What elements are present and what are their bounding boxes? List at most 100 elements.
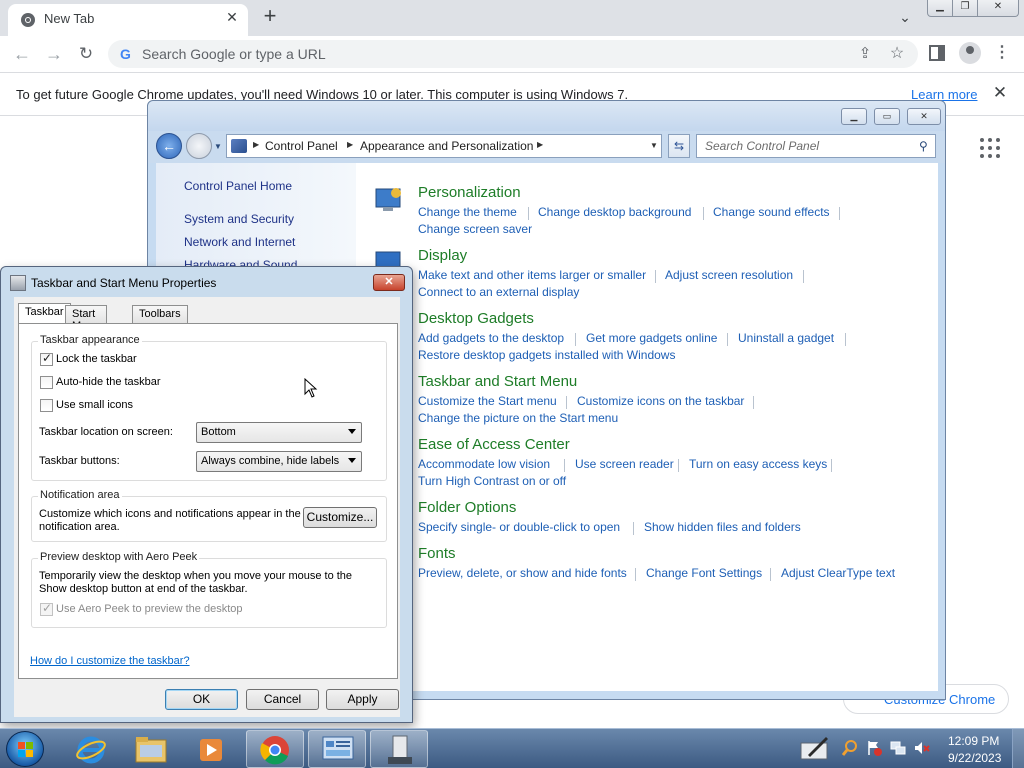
volume-muted-icon[interactable] — [914, 740, 930, 756]
media-player-taskbar-button[interactable] — [182, 730, 240, 768]
link-change-screen-saver[interactable]: Change screen saver — [418, 222, 532, 236]
link-change-desktop-background[interactable]: Change desktop background — [538, 205, 691, 219]
help-link[interactable]: How do I customize the taskbar? — [30, 655, 190, 668]
breadcrumb-separator-icon[interactable]: ▶ — [537, 140, 543, 149]
category-display[interactable]: Display — [418, 247, 467, 264]
cp-minimize-button[interactable]: ▁ — [841, 108, 867, 125]
google-apps-icon[interactable] — [980, 138, 1002, 160]
link-customize-start-menu[interactable]: Customize the Start menu — [418, 394, 557, 408]
breadcrumb-separator-icon[interactable]: ▶ — [253, 140, 259, 149]
link-cleartype[interactable]: Adjust ClearType text — [781, 566, 895, 580]
share-icon[interactable]: ⇪ — [855, 44, 875, 64]
window-minimize-button[interactable]: ▁ — [927, 0, 953, 17]
cp-forward-arrow-icon[interactable] — [186, 133, 212, 159]
google-icon: G — [120, 46, 131, 62]
cp-close-button[interactable]: ✕ — [907, 108, 941, 125]
link-preview-fonts[interactable]: Preview, delete, or show and hide fonts — [418, 566, 627, 580]
window-restore-button[interactable]: ❐ — [952, 0, 978, 17]
recent-pages-chevron-icon[interactable]: ▼ — [214, 142, 222, 151]
link-easy-access-keys[interactable]: Turn on easy access keys — [689, 457, 827, 471]
control-panel-taskbar-button[interactable] — [308, 730, 366, 768]
apply-button[interactable]: Apply — [326, 689, 399, 710]
tab-taskbar[interactable]: Taskbar — [18, 303, 71, 325]
link-high-contrast[interactable]: Turn High Contrast on or off — [418, 474, 566, 488]
cp-address-bar[interactable]: ▶ Control Panel ▶ Appearance and Persona… — [226, 134, 662, 158]
dialog-close-button[interactable]: ✕ — [373, 274, 405, 291]
sidebar-item-system-security[interactable]: System and Security — [184, 212, 294, 226]
start-button[interactable] — [6, 731, 44, 767]
cancel-button[interactable]: Cancel — [246, 689, 319, 710]
category-folder-options[interactable]: Folder Options — [418, 499, 516, 516]
tab-close-icon[interactable]: ✕ — [222, 9, 242, 26]
auto-hide-checkbox[interactable] — [40, 376, 53, 389]
taskbar-location-select[interactable]: Bottom — [196, 422, 362, 443]
side-panel-icon[interactable] — [927, 43, 947, 63]
link-restore-gadgets[interactable]: Restore desktop gadgets installed with W… — [418, 348, 675, 362]
show-desktop-button[interactable] — [1012, 729, 1024, 768]
omnibox[interactable]: G Search Google or type a URL — [108, 40, 918, 68]
tablet-pen-icon[interactable] — [800, 735, 830, 761]
cp-refresh-icon[interactable]: ⇆ — [668, 134, 690, 158]
ok-button[interactable]: OK — [165, 689, 238, 710]
link-screen-reader[interactable]: Use screen reader — [575, 457, 674, 471]
sidebar-item-home[interactable]: Control Panel Home — [184, 179, 292, 193]
link-single-double-click[interactable]: Specify single- or double-click to open — [418, 520, 620, 534]
reload-icon[interactable]: ↻ — [72, 40, 100, 68]
breadcrumb-control-panel[interactable]: Control Panel — [265, 139, 338, 153]
cp-maximize-button[interactable]: ▭ — [874, 108, 900, 125]
link-screen-resolution[interactable]: Adjust screen resolution — [665, 268, 793, 282]
infobar-close-icon[interactable]: ✕ — [990, 83, 1010, 103]
link-hidden-files[interactable]: Show hidden files and folders — [644, 520, 801, 534]
network-icon[interactable] — [890, 740, 906, 756]
link-start-menu-picture[interactable]: Change the picture on the Start menu — [418, 411, 618, 425]
sidebar-item-network[interactable]: Network and Internet — [184, 235, 295, 249]
category-taskbar-start-menu[interactable]: Taskbar and Start Menu — [418, 373, 577, 390]
category-desktop-gadgets[interactable]: Desktop Gadgets — [418, 310, 534, 327]
lock-taskbar-checkbox[interactable] — [40, 351, 53, 366]
link-external-display[interactable]: Connect to an external display — [418, 285, 579, 299]
tab-toolbars[interactable]: Toolbars — [132, 305, 188, 323]
breadcrumb-separator-icon[interactable]: ▶ — [347, 140, 353, 149]
link-font-settings[interactable]: Change Font Settings — [646, 566, 762, 580]
link-low-vision[interactable]: Accommodate low vision — [418, 457, 550, 471]
small-icons-checkbox[interactable] — [40, 399, 53, 412]
link-text-size[interactable]: Make text and other items larger or smal… — [418, 268, 646, 282]
chrome-menu-icon[interactable]: ⋮ — [992, 42, 1012, 64]
category-ease-of-access[interactable]: Ease of Access Center — [418, 436, 570, 453]
chrome-taskbar-button[interactable] — [246, 730, 304, 768]
profile-avatar-icon[interactable] — [959, 42, 981, 64]
clock-date[interactable]: 9/22/2023 — [948, 751, 1001, 765]
magnifier-icon[interactable] — [842, 740, 858, 756]
windows-explorer-taskbar-button[interactable] — [122, 730, 180, 768]
new-tab-button[interactable]: + — [258, 4, 282, 28]
customize-button[interactable]: Customize... — [303, 507, 377, 528]
aero-peek-checkbox — [40, 601, 53, 616]
taskbar-buttons-select[interactable]: Always combine, hide labels — [196, 451, 362, 472]
tab-start-menu[interactable]: Start Menu — [65, 305, 107, 332]
link-customize-taskbar-icons[interactable]: Customize icons on the taskbar — [577, 394, 744, 408]
category-personalization[interactable]: Personalization — [418, 184, 521, 201]
action-center-flag-icon[interactable] — [866, 740, 882, 756]
address-dropdown-icon[interactable]: ▼ — [646, 134, 662, 158]
control-panel-titlebar[interactable]: ▁ ▭ ✕ — [148, 101, 945, 131]
bookmark-star-icon[interactable]: ☆ — [887, 43, 907, 63]
internet-explorer-taskbar-button[interactable] — [62, 730, 120, 768]
breadcrumb-appearance[interactable]: Appearance and Personalization — [360, 139, 533, 153]
clock-time[interactable]: 12:09 PM — [948, 734, 999, 748]
link-uninstall-gadget[interactable]: Uninstall a gadget — [738, 331, 834, 345]
link-change-sound-effects[interactable]: Change sound effects — [713, 205, 830, 219]
tab-new-tab[interactable]: New Tab ✕ — [8, 4, 248, 36]
dialog-titlebar[interactable]: Taskbar and Start Menu Properties ✕ — [1, 267, 412, 297]
category-fonts[interactable]: Fonts — [418, 545, 456, 562]
link-change-theme[interactable]: Change the theme — [418, 205, 517, 219]
cp-back-arrow-icon[interactable]: ← — [156, 133, 182, 159]
taskbar-properties-taskbar-button[interactable] — [370, 730, 428, 768]
tab-search-chevron-icon[interactable]: ⌄ — [894, 6, 916, 28]
forward-arrow-icon[interactable]: → — [40, 40, 68, 68]
window-close-button[interactable]: ✕ — [977, 0, 1019, 17]
cp-search-input[interactable]: Search Control Panel — [696, 134, 936, 158]
back-arrow-icon[interactable]: ← — [8, 40, 36, 68]
link-more-gadgets[interactable]: Get more gadgets online — [586, 331, 717, 345]
search-icon[interactable]: ⚲ — [919, 139, 928, 153]
link-add-gadgets[interactable]: Add gadgets to the desktop — [418, 331, 564, 345]
